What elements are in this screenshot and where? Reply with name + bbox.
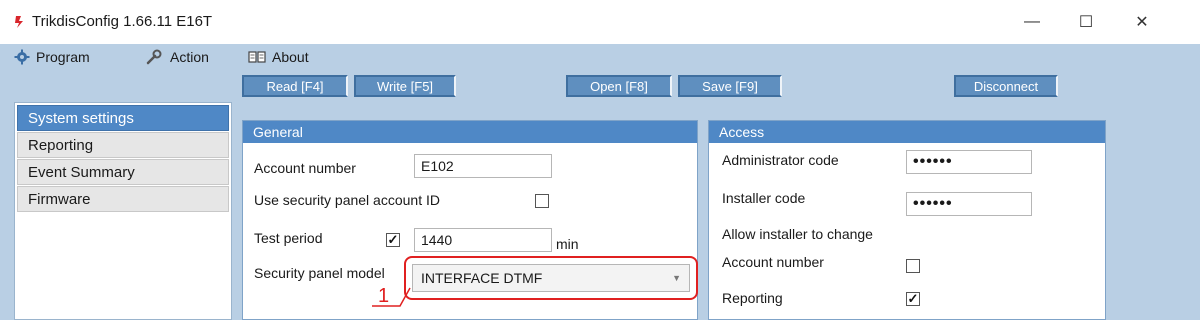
- panel-model-label: Security panel model: [254, 265, 385, 281]
- toolbar: Read [F4] Write [F5] Open [F8] Save [F9]…: [0, 70, 1200, 105]
- book-icon: [248, 51, 266, 63]
- maximize-icon: ☐: [1078, 14, 1094, 31]
- sidebar-item-system-settings[interactable]: System settings: [17, 105, 229, 131]
- close-button[interactable]: ✕: [1122, 8, 1162, 36]
- access-account-number-checkbox[interactable]: [906, 259, 920, 273]
- read-button[interactable]: Read [F4]: [242, 75, 348, 97]
- use-panel-id-label: Use security panel account ID: [254, 192, 440, 208]
- menu-about-label: About: [272, 49, 309, 65]
- wrench-icon: [146, 49, 162, 65]
- callout-highlight: [404, 256, 698, 300]
- close-icon: ✕: [1135, 14, 1149, 31]
- menu-about[interactable]: About: [248, 44, 309, 70]
- save-button[interactable]: Save [F9]: [678, 75, 782, 97]
- window-title: TrikdisConfig 1.66.11 E16T: [32, 13, 213, 30]
- access-reporting-label: Reporting: [722, 290, 783, 306]
- test-period-unit: min: [556, 236, 579, 252]
- sidebar-item-firmware[interactable]: Firmware: [17, 186, 229, 212]
- general-panel-title: General: [243, 121, 697, 143]
- minimize-button[interactable]: —: [1012, 8, 1052, 36]
- test-period-field[interactable]: 1440: [414, 228, 552, 252]
- allow-change-label: Allow installer to change: [722, 226, 873, 242]
- minimize-icon: —: [1024, 13, 1040, 30]
- menu-program-label: Program: [36, 49, 90, 65]
- sidebar-item-event-summary[interactable]: Event Summary: [17, 159, 229, 185]
- callout-number: 1: [378, 285, 390, 307]
- sidebar-item-reporting[interactable]: Reporting: [17, 132, 229, 158]
- test-period-checkbox[interactable]: ✓: [386, 233, 400, 247]
- use-panel-id-checkbox[interactable]: [535, 194, 549, 208]
- sidebar: System settings Reporting Event Summary …: [14, 102, 232, 320]
- admin-code-label: Administrator code: [722, 152, 839, 168]
- menu-action-label: Action: [170, 49, 209, 65]
- write-button[interactable]: Write [F5]: [354, 75, 456, 97]
- title-bar: TrikdisConfig 1.66.11 E16T — ☐ ✕: [0, 0, 1200, 44]
- installer-code-field[interactable]: ••••••: [906, 192, 1032, 216]
- menu-program[interactable]: Program: [14, 44, 90, 70]
- menu-bar: Program Action About: [0, 44, 1200, 70]
- open-button[interactable]: Open [F8]: [566, 75, 672, 97]
- maximize-button[interactable]: ☐: [1066, 8, 1106, 36]
- trikdis-logo-icon: [15, 16, 23, 28]
- disconnect-button[interactable]: Disconnect: [954, 75, 1058, 97]
- app-window: TrikdisConfig 1.66.11 E16T — ☐ ✕ Program…: [0, 0, 1200, 320]
- account-number-label: Account number: [254, 160, 356, 176]
- access-panel-title: Access: [709, 121, 1105, 143]
- test-period-label: Test period: [254, 230, 323, 246]
- admin-code-field[interactable]: ••••••: [906, 150, 1032, 174]
- access-reporting-checkbox[interactable]: ✓: [906, 292, 920, 306]
- installer-code-label: Installer code: [722, 190, 806, 206]
- menu-action[interactable]: Action: [146, 44, 209, 70]
- access-account-number-label: Account number: [722, 254, 824, 270]
- account-number-field[interactable]: E102: [414, 154, 552, 178]
- gear-icon: [14, 49, 30, 65]
